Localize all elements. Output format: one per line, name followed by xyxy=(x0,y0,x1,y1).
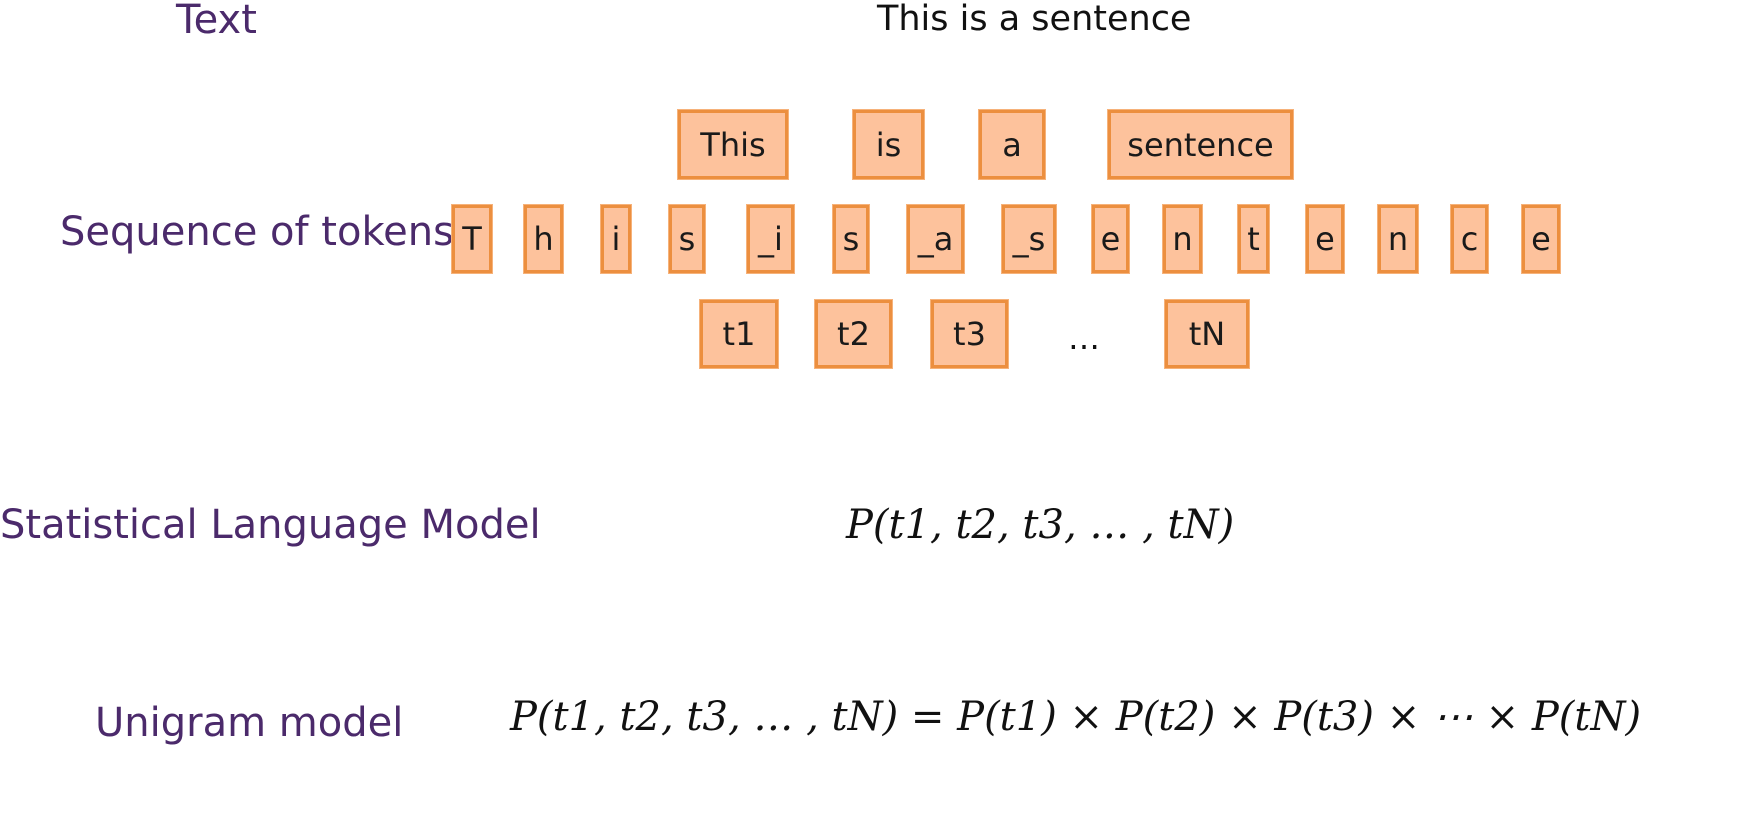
label-statistical-language-model: Statistical Language Model xyxy=(0,502,541,548)
char-token-box: n xyxy=(1163,205,1202,273)
char-token-box: e xyxy=(1522,205,1560,273)
char-token-box: e xyxy=(1306,205,1344,273)
word-token-box: This xyxy=(678,110,788,179)
generic-token-box: tN xyxy=(1165,300,1249,368)
char-token-box: _i xyxy=(747,205,794,273)
char-token-box: c xyxy=(1451,205,1488,273)
word-token-box: is xyxy=(853,110,924,179)
generic-token-box: t1 xyxy=(700,300,778,368)
label-text: Text xyxy=(176,0,257,43)
char-token-box: e xyxy=(1092,205,1129,273)
char-token-box: h xyxy=(524,205,563,273)
word-token-box: sentence xyxy=(1108,110,1293,179)
generic-token-box: t3 xyxy=(931,300,1008,368)
char-token-box: _a xyxy=(907,205,964,273)
word-token-box: a xyxy=(979,110,1045,179)
unigram-formula: P(t1, t2, t3, … , tN) = P(t1) × P(t2) × … xyxy=(510,694,1642,740)
label-sequence-of-tokens: Sequence of tokens xyxy=(60,209,454,255)
char-token-box: s xyxy=(833,205,869,273)
char-token-box: t xyxy=(1238,205,1269,273)
generic-token-box: t2 xyxy=(815,300,892,368)
sentence-text: This is a sentence xyxy=(877,0,1192,39)
char-token-box: _s xyxy=(1002,205,1056,273)
joint-probability-formula: P(t1, t2, t3, … , tN) xyxy=(846,502,1235,548)
char-token-box: n xyxy=(1378,205,1418,273)
char-token-box: T xyxy=(452,205,492,273)
generic-token-ellipsis: … xyxy=(1068,319,1100,357)
label-unigram-model: Unigram model xyxy=(95,700,404,746)
char-token-box: s xyxy=(669,205,705,273)
char-token-box: i xyxy=(601,205,631,273)
